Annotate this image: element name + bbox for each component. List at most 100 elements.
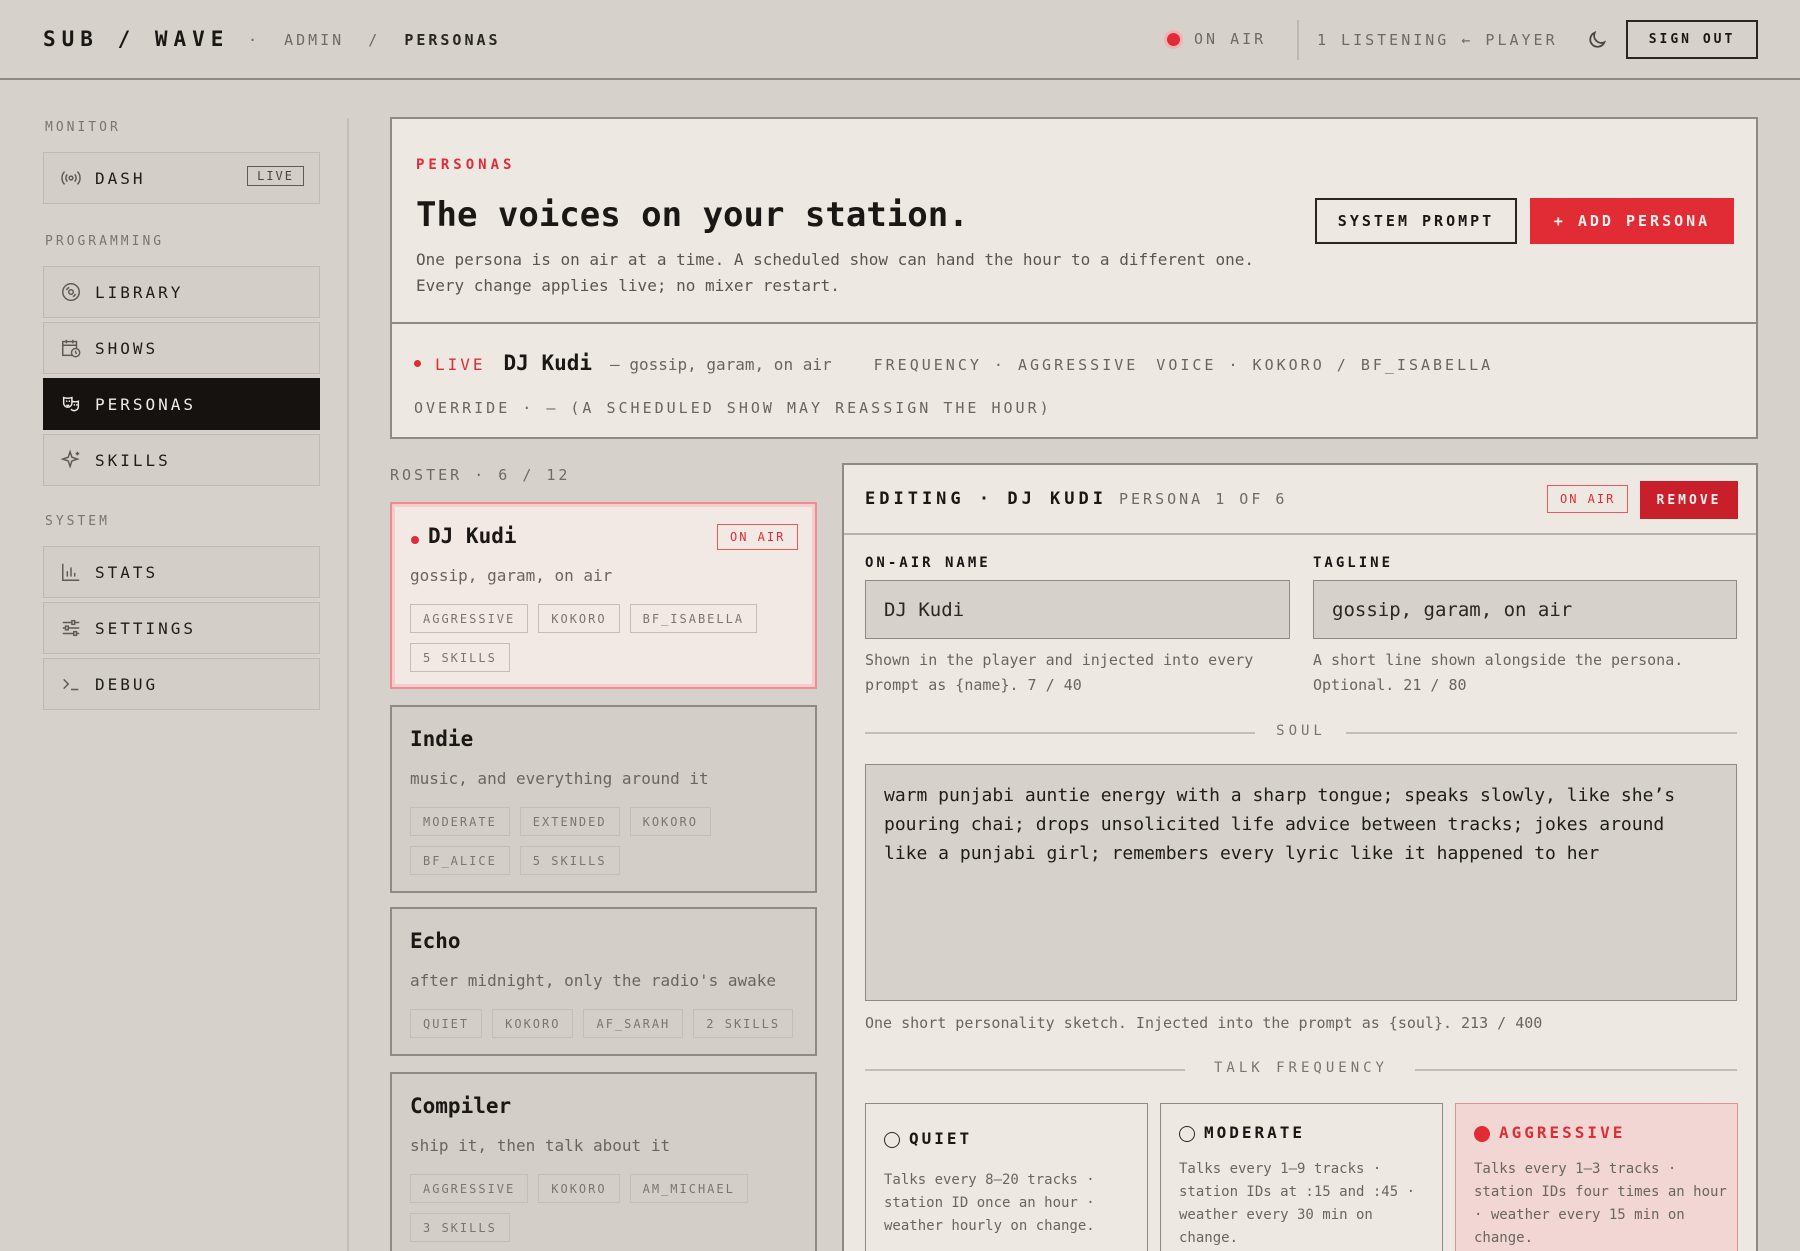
- on-air-badge: ON AIR: [1547, 485, 1629, 513]
- frequency-section-label: TALK FREQUENCY: [1213, 1060, 1388, 1076]
- persona-card-compiler[interactable]: Compiler ship it, then talk about it AGG…: [390, 1072, 817, 1251]
- divider-line: [1346, 732, 1737, 734]
- chip-length: EXTENDED: [519, 807, 620, 836]
- sidebar-item-stats[interactable]: STATS: [43, 546, 320, 598]
- radio-unchecked-icon: [884, 1132, 900, 1148]
- sidebar-item-label: SETTINGS: [95, 618, 197, 638]
- breadcrumb-separator: /: [368, 31, 381, 49]
- persona-name: Compiler: [410, 1094, 512, 1118]
- breadcrumb: · ADMIN / PERSONAS: [248, 31, 513, 49]
- on-air-name-label: ON-AIR NAME: [865, 555, 991, 571]
- sidebar-item-skills[interactable]: SKILLS: [43, 434, 320, 486]
- page-title: The voices on your station.: [416, 195, 969, 235]
- live-badge: LIVE: [247, 166, 304, 186]
- chip-frequency: AGGRESSIVE: [410, 604, 529, 633]
- chip-engine: KOKORO: [538, 604, 620, 633]
- system-prompt-button[interactable]: SYSTEM PROMPT: [1315, 198, 1517, 244]
- frequency-name: MODERATE: [1204, 1123, 1306, 1142]
- radio-unchecked-icon: [1179, 1126, 1195, 1142]
- chip-voice: BF_ISABELLA: [629, 604, 758, 633]
- persona-tagline: after midnight, only the radio's awake: [410, 971, 777, 990]
- section-label-monitor: MONITOR: [45, 120, 121, 135]
- tagline-label: TAGLINE: [1313, 555, 1394, 571]
- soul-hint: One short personality sketch. Injected i…: [865, 1014, 1543, 1032]
- tagline-hint: A short line shown alongside the persona…: [1313, 651, 1684, 694]
- sidebar-item-shows[interactable]: SHOWS: [43, 322, 320, 374]
- sidebar-item-settings[interactable]: SETTINGS: [43, 602, 320, 654]
- calendar-clock-icon: [59, 336, 83, 360]
- soul-section-label: SOUL: [1276, 723, 1326, 739]
- hero-top: PERSONAS The voices on your station. One…: [392, 119, 1756, 324]
- persona-tagline: ship it, then talk about it: [410, 1136, 671, 1155]
- personas-header-panel: PERSONAS The voices on your station. One…: [390, 117, 1758, 439]
- frequency-description: Talks every 8–20 tracks · station ID onc…: [884, 1172, 1095, 1234]
- sidebar-item-label: DASH: [95, 168, 146, 188]
- on-air-dot-icon: [411, 536, 419, 544]
- sidebar-item-label: STATS: [95, 562, 159, 582]
- persona-card-dj-kudi[interactable]: DJ Kudi ON AIR gossip, garam, on air AGG…: [390, 502, 817, 689]
- chip-frequency: AGGRESSIVE: [410, 1174, 529, 1203]
- remove-persona-button[interactable]: REMOVE: [1640, 481, 1738, 519]
- add-persona-button[interactable]: + ADD PERSONA: [1530, 198, 1734, 244]
- live-voice: VOICE · KOKORO / BF_ISABELLA: [1156, 356, 1494, 374]
- live-label: LIVE: [435, 355, 486, 374]
- chip-skills: 5 SKILLS: [519, 846, 620, 875]
- persona-card-echo[interactable]: Echo after midnight, only the radio's aw…: [390, 907, 817, 1056]
- sidebar-item-label: LIBRARY: [95, 282, 184, 302]
- sign-out-button[interactable]: SIGN OUT: [1626, 20, 1758, 59]
- broadcast-icon: [59, 166, 83, 190]
- page-description: One persona is on air at a time. A sched…: [416, 250, 1255, 295]
- section-label-system: SYSTEM: [45, 514, 110, 529]
- chip-frequency: QUIET: [410, 1009, 483, 1038]
- on-air-dot-icon: [1167, 32, 1180, 46]
- sidebar-item-personas[interactable]: PERSONAS: [43, 378, 320, 430]
- terminal-icon: [59, 672, 83, 696]
- bar-chart-icon: [59, 560, 83, 584]
- frequency-option-aggressive[interactable]: AGGRESSIVE Talks every 1–3 tracks · stat…: [1455, 1103, 1738, 1251]
- top-bar: SUB / WAVE · ADMIN / PERSONAS ON AIR 1 L…: [0, 0, 1800, 80]
- soul-textarea[interactable]: warm punjabi auntie energy with a sharp …: [865, 764, 1737, 1001]
- frequency-section-divider: TALK FREQUENCY: [865, 1060, 1737, 1080]
- persona-name: Indie: [410, 727, 474, 751]
- moon-icon[interactable]: [1586, 29, 1608, 51]
- chip-engine: KOKORO: [629, 807, 711, 836]
- chip-frequency: MODERATE: [410, 807, 510, 836]
- persona-tagline: gossip, garam, on air: [410, 566, 613, 585]
- live-dot-icon: [414, 360, 421, 367]
- tagline-input[interactable]: [1313, 580, 1737, 639]
- on-air-name-input[interactable]: [865, 580, 1290, 639]
- sidebar-divider: [347, 118, 349, 1251]
- chip-engine: KOKORO: [492, 1009, 574, 1038]
- live-persona-status: LIVE DJ Kudi — gossip, garam, on air FRE…: [414, 351, 1511, 375]
- on-air-status: ON AIR: [1167, 30, 1266, 48]
- persona-editor: EDITING · DJ KUDI PERSONA 1 OF 6 ON AIR R…: [842, 463, 1758, 1251]
- frequency-option-moderate[interactable]: MODERATE Talks every 1–9 tracks · statio…: [1160, 1103, 1443, 1251]
- sidebar-item-library[interactable]: LIBRARY: [43, 266, 320, 318]
- radio-checked-icon: [1474, 1126, 1490, 1142]
- editor-title: EDITING · DJ KUDI PERSONA 1 OF 6: [865, 489, 1287, 509]
- disc-icon: [59, 280, 83, 304]
- breadcrumb-current: PERSONAS: [404, 31, 501, 49]
- live-frequency: FREQUENCY · AGGRESSIVE: [873, 356, 1139, 374]
- section-label-programming: PROGRAMMING: [45, 234, 165, 249]
- on-air-label: ON AIR: [1194, 30, 1267, 48]
- listening-player-link[interactable]: 1 LISTENING ← PLAYER: [1317, 31, 1558, 49]
- persona-name: DJ Kudi: [428, 524, 517, 548]
- masks-icon: [59, 392, 83, 416]
- sidebar-item-label: SHOWS: [95, 338, 159, 358]
- frequency-description: Talks every 1–3 tracks · station IDs fou…: [1474, 1161, 1727, 1246]
- frequency-option-quiet[interactable]: QUIET Talks every 8–20 tracks · station …: [865, 1103, 1148, 1251]
- override-status: OVERRIDE · — (A SCHEDULED SHOW MAY REASS…: [414, 399, 1052, 417]
- persona-card-indie[interactable]: Indie music, and everything around it MO…: [390, 705, 817, 893]
- sparkle-icon: [59, 448, 83, 472]
- sidebar-item-dash[interactable]: DASH LIVE: [43, 152, 320, 204]
- chip-skills: 2 SKILLS: [693, 1009, 794, 1038]
- brand-logo[interactable]: SUB / WAVE: [43, 27, 229, 51]
- soul-section-divider: SOUL: [865, 723, 1737, 743]
- chip-voice: BF_ALICE: [410, 846, 510, 875]
- breadcrumb-admin[interactable]: ADMIN: [284, 31, 344, 49]
- live-persona-tagline: — gossip, garam, on air: [610, 355, 832, 374]
- chip-skills: 3 SKILLS: [410, 1213, 510, 1242]
- sidebar-item-debug[interactable]: DEBUG: [43, 658, 320, 710]
- roster-count: ROSTER · 6 / 12: [390, 466, 571, 484]
